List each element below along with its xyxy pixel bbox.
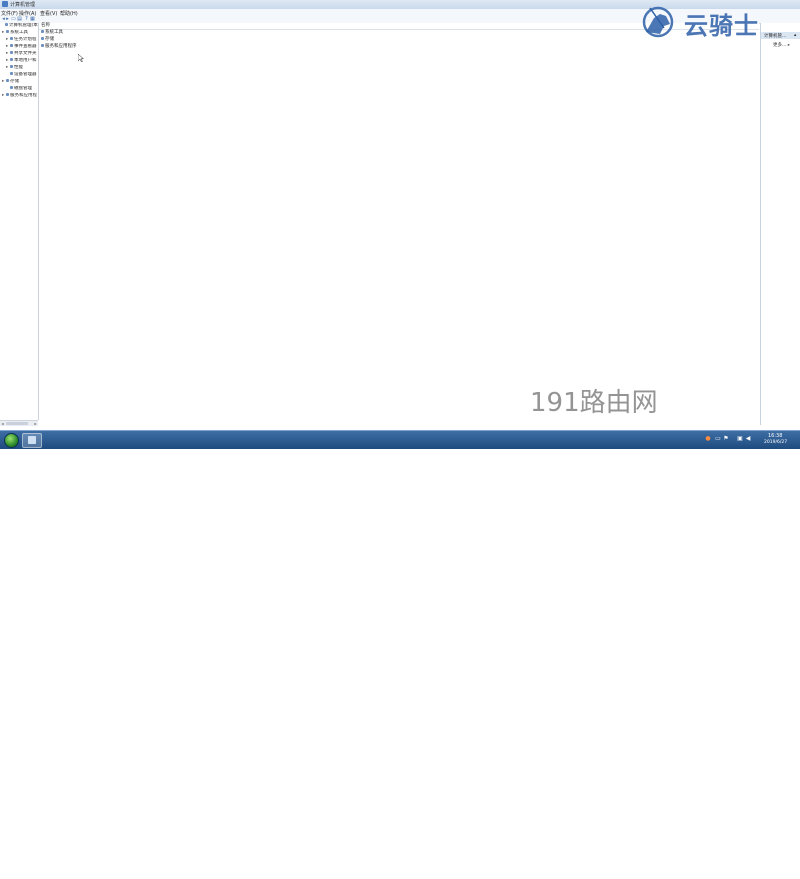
taskbar: ● ▭ ⚑ ▣ ◀ (0, 430, 800, 879)
actions-pane: 计算机管... ▴ 更多... ▸ (760, 23, 800, 425)
tree-item-system-tools[interactable]: ▸ 系统工具 (0, 30, 28, 36)
tree-item-label: 计算机管理(本 (9, 23, 38, 28)
scroll-left-icon[interactable]: ◂ (0, 421, 5, 426)
more-actions-link[interactable]: 更多... ▸ (773, 42, 790, 48)
column-header-name[interactable]: 名称 (41, 23, 50, 29)
storage-icon (6, 79, 9, 82)
forward-arrow-icon[interactable]: ▸ (5, 17, 10, 22)
show-desktop-button[interactable] (794, 861, 800, 879)
security-shield-icon[interactable]: ● (705, 436, 711, 442)
menu-bar: 文件(F) 操作(A) 查看(V) 帮助(H) (0, 9, 800, 17)
tree-item-label: 服务和应用程 (10, 93, 37, 98)
navigation-tree: 计算机管理(本 ▸ 系统工具 ▸ 任务计划程 ▸ 事件查看器 ▸ 共享文件夹 ▸ 本地用户… (0, 23, 39, 420)
actions-header-label: 计算机管... (764, 34, 787, 39)
services-icon (6, 93, 9, 96)
volume-icon[interactable]: ◀ (745, 436, 751, 442)
list-item-system-tools[interactable]: 系统工具 (41, 30, 63, 36)
tree-item-label: 存储 (10, 79, 19, 84)
window-title: 计算机管理 (10, 2, 36, 8)
tree-item-label: 性能 (14, 65, 23, 70)
tools-icon (6, 30, 9, 33)
tree-item-label: 系统工具 (10, 30, 28, 35)
mouse-cursor-icon (78, 54, 84, 62)
brand-logo-text: 云骑士 (684, 12, 759, 40)
tree-item-label: 设备管理器 (14, 72, 37, 77)
tree-item-services-applications[interactable]: ▸ 服务和应用程 (0, 93, 37, 99)
tree-item-label: 共享文件夹 (14, 51, 37, 56)
performance-icon (10, 65, 13, 68)
tree-horizontal-scrollbar[interactable]: ◂ ▸ (0, 420, 38, 426)
actions-section-header[interactable]: 计算机管... ▴ (761, 32, 800, 39)
up-folder-icon[interactable]: ▭ (11, 17, 16, 22)
help-icon[interactable]: ? (24, 17, 29, 22)
scrollbar-thumb[interactable] (6, 422, 28, 425)
scroll-right-icon[interactable]: ▸ (33, 421, 38, 426)
console-icon[interactable]: ▦ (30, 17, 35, 22)
content-list: 名称 系统工具 存储 服务和应用程序 (39, 23, 759, 425)
tree-item-computer-management[interactable]: 计算机管理(本 (0, 23, 38, 29)
disk-icon (10, 86, 13, 89)
clock-date[interactable]: 2019/6/27 (764, 440, 787, 445)
tree-item-shared-folders[interactable]: ▸ 共享文件夹 (0, 51, 37, 57)
device-manager-icon (10, 72, 13, 75)
start-button[interactable] (4, 433, 19, 448)
list-item-label: 服务和应用程序 (45, 44, 77, 49)
tree-item-local-users[interactable]: ▸ 本地用户和 (0, 58, 37, 64)
taskbar-computer-management[interactable] (22, 433, 42, 448)
keyboard-icon[interactable]: ▭ (715, 436, 721, 442)
tree-item-device-manager[interactable]: 设备管理器 (0, 72, 37, 78)
network-icon[interactable]: ▣ (737, 436, 743, 442)
tree-item-disk-management[interactable]: 磁盘管理 (0, 86, 32, 92)
clock-time[interactable]: 16:38 (768, 433, 782, 439)
tree-item-label: 磁盘管理 (14, 86, 32, 91)
event-log-icon (10, 44, 13, 47)
computer-management-icon (28, 436, 36, 444)
list-item-services-applications[interactable]: 服务和应用程序 (41, 44, 77, 50)
more-actions-label: 更多... (773, 43, 787, 48)
clock-icon (10, 37, 13, 40)
tools-icon (41, 30, 44, 33)
list-item-label: 存储 (45, 37, 54, 42)
tree-item-task-scheduler[interactable]: ▸ 任务计划程 (0, 37, 37, 43)
computer-icon (5, 23, 8, 26)
flag-icon[interactable]: ⚑ (723, 436, 729, 442)
watermark-text: 191路由网 (530, 388, 658, 418)
tree-item-label: 本地用户和 (14, 58, 37, 63)
users-icon (10, 58, 13, 61)
tree-item-label: 任务计划程 (14, 37, 37, 42)
show-tree-icon[interactable]: ▤ (17, 17, 22, 22)
list-item-label: 系统工具 (45, 30, 63, 35)
list-item-storage[interactable]: 存储 (41, 37, 54, 43)
tree-item-event-viewer[interactable]: ▸ 事件查看器 (0, 44, 37, 50)
computer-management-icon (2, 1, 8, 7)
services-icon (41, 44, 44, 47)
tree-item-label: 事件查看器 (14, 44, 37, 49)
storage-icon (41, 37, 44, 40)
tree-item-performance[interactable]: ▸ 性能 (0, 65, 23, 71)
folder-icon (10, 51, 13, 54)
tree-item-storage[interactable]: ▸ 存储 (0, 79, 19, 85)
submenu-arrow-icon: ▸ (787, 43, 790, 48)
collapse-arrow-icon[interactable]: ▴ (794, 33, 796, 38)
knight-logo-icon (642, 6, 674, 38)
